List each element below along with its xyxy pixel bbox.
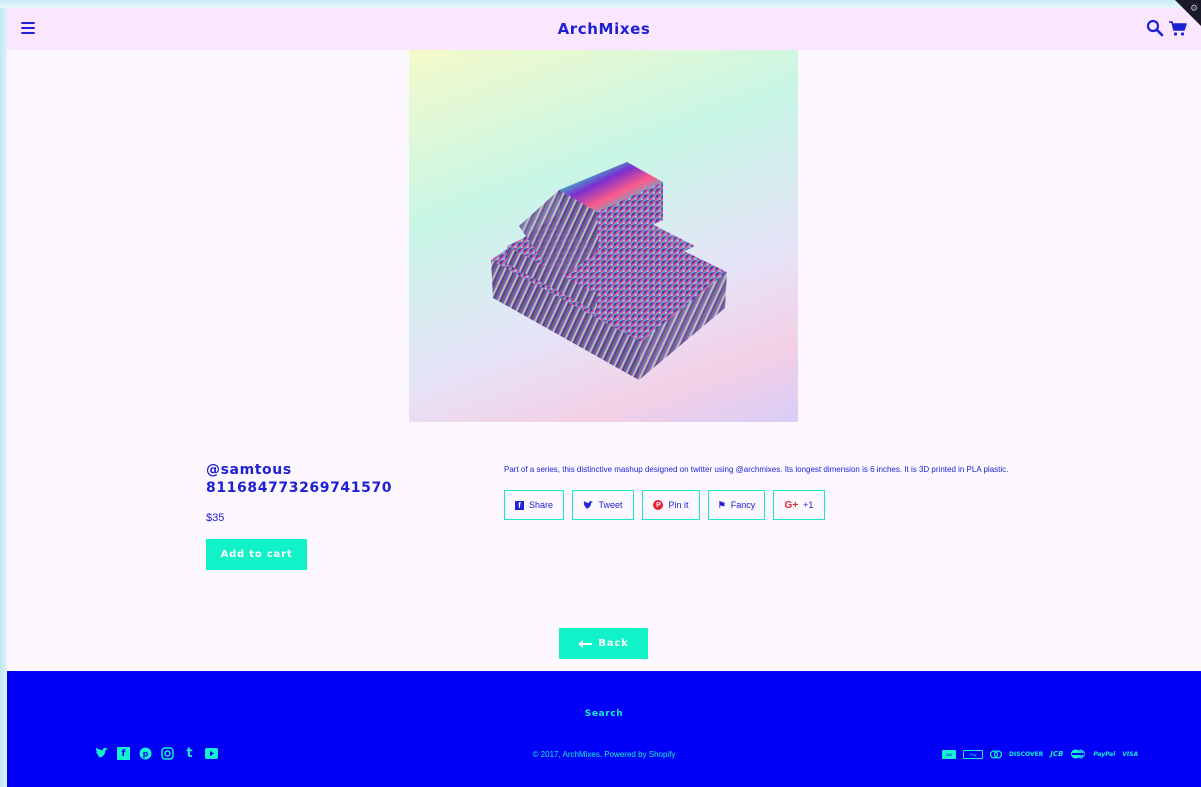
site-title[interactable]: ArchMixes bbox=[7, 20, 1201, 38]
footer-search-link[interactable]: Search bbox=[7, 709, 1201, 719]
pinterest-icon: P bbox=[653, 500, 664, 510]
product-image bbox=[409, 50, 798, 422]
product-price: $35 bbox=[206, 512, 225, 524]
visa-icon: VISA bbox=[1122, 750, 1139, 758]
search-icon[interactable] bbox=[1146, 19, 1164, 37]
fancy-icon: ⚑ bbox=[717, 499, 726, 510]
frame-top-edge bbox=[0, 0, 1201, 8]
page: ArchMixes ⚙ @samtous 811684773269741570 … bbox=[7, 0, 1201, 787]
google-plus-icon: G+ bbox=[784, 499, 799, 511]
paypal-icon: PayPal bbox=[1093, 750, 1116, 758]
share-pinterest-button[interactable]: P Pin it bbox=[642, 490, 700, 520]
twitter-icon bbox=[583, 500, 594, 509]
share-twitter-button[interactable]: Tweet bbox=[572, 490, 634, 520]
apple-pay-icon: Pay bbox=[963, 749, 983, 759]
share-pinterest-label: Pin it bbox=[668, 500, 689, 510]
product-description: Part of a series, this distinctive mashu… bbox=[504, 465, 1009, 474]
gear-icon[interactable]: ⚙ bbox=[1190, 4, 1198, 14]
facebook-icon: f bbox=[514, 500, 524, 510]
share-google-plus-button[interactable]: G+ +1 bbox=[773, 490, 825, 520]
payment-icons: AM Pay DISCOVER JCB PayPal VISA bbox=[942, 749, 1138, 759]
discover-icon: DISCOVER bbox=[1009, 750, 1044, 758]
diners-club-icon bbox=[990, 749, 1002, 759]
share-twitter-label: Tweet bbox=[598, 500, 623, 510]
share-google-plus-label: +1 bbox=[803, 500, 814, 510]
share-facebook-label: Share bbox=[528, 500, 554, 510]
share-fancy-button[interactable]: ⚑ Fancy bbox=[708, 490, 765, 520]
back-button-label: Back bbox=[598, 638, 629, 649]
arrow-left-icon bbox=[578, 639, 593, 648]
back-button[interactable]: Back bbox=[559, 628, 648, 659]
mastercard-icon bbox=[1071, 749, 1086, 759]
site-header: ArchMixes ⚙ bbox=[7, 0, 1201, 50]
product-3d-print-illustration bbox=[491, 162, 727, 380]
product-title-line-1: @samtous bbox=[206, 462, 292, 478]
product-title: @samtous 811684773269741570 bbox=[206, 461, 426, 497]
american-express-icon: AM bbox=[942, 749, 956, 759]
add-to-cart-button[interactable]: Add to cart bbox=[206, 539, 307, 570]
share-facebook-button[interactable]: f Share bbox=[504, 490, 564, 520]
site-footer: Search f p t © 2017, ArchMixes. Powered … bbox=[7, 671, 1201, 787]
product-title-line-2: 811684773269741570 bbox=[206, 480, 393, 496]
jcb-icon: JCB bbox=[1050, 750, 1064, 758]
share-fancy-label: Fancy bbox=[730, 500, 756, 510]
